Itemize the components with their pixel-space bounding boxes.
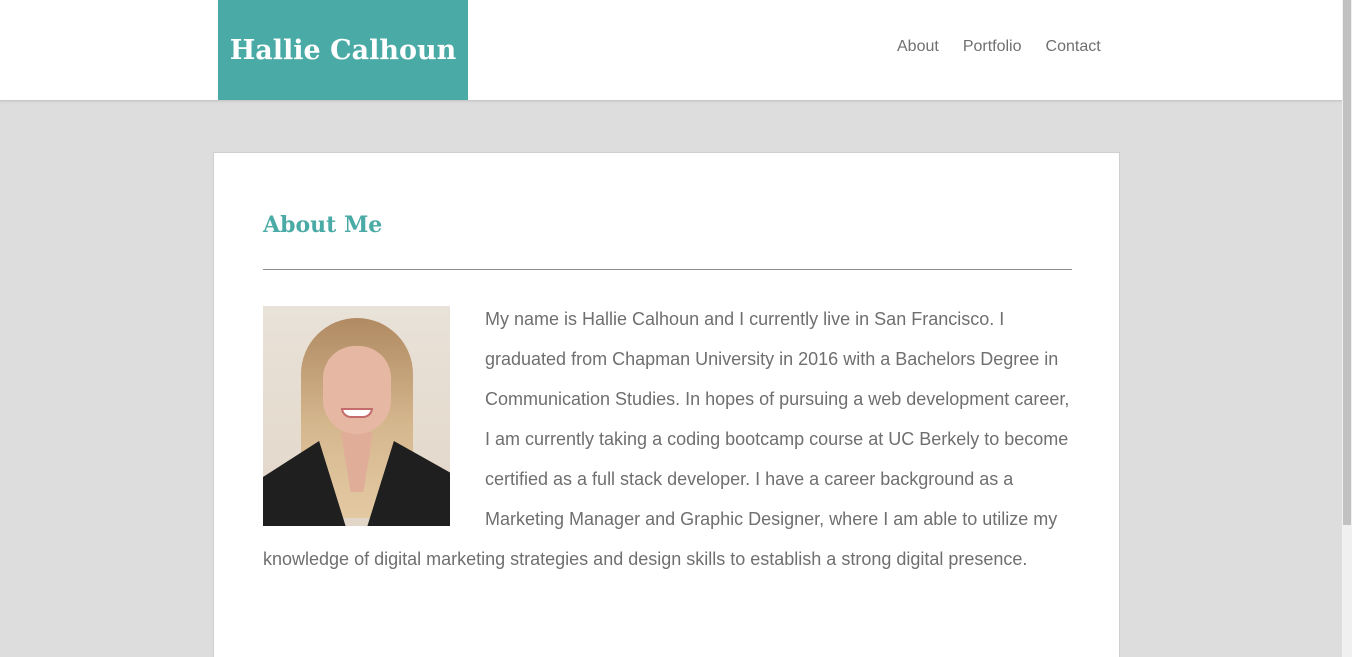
nav-link-contact[interactable]: Contact bbox=[1046, 38, 1101, 56]
site-header: Hallie Calhoun About Portfolio Contact bbox=[0, 0, 1342, 101]
nav-link-about[interactable]: About bbox=[897, 38, 939, 56]
main-nav: About Portfolio Contact bbox=[897, 38, 1101, 56]
brand-name: Hallie Calhoun bbox=[229, 34, 457, 66]
brand-logo[interactable]: Hallie Calhoun bbox=[218, 0, 468, 100]
about-content: My name is Hallie Calhoun and I currentl… bbox=[263, 299, 1072, 579]
about-title: About Me bbox=[263, 212, 383, 238]
page: Hallie Calhoun About Portfolio Contact A… bbox=[0, 0, 1352, 657]
about-card: About Me My name is Hallie Calhoun and I… bbox=[213, 152, 1120, 657]
section-divider bbox=[263, 269, 1072, 270]
vertical-scrollbar[interactable] bbox=[1342, 0, 1352, 657]
scrollbar-thumb[interactable] bbox=[1343, 0, 1351, 525]
photo-face bbox=[323, 346, 391, 434]
profile-photo bbox=[263, 306, 450, 526]
photo-smile bbox=[341, 408, 373, 418]
nav-link-portfolio[interactable]: Portfolio bbox=[963, 38, 1022, 56]
